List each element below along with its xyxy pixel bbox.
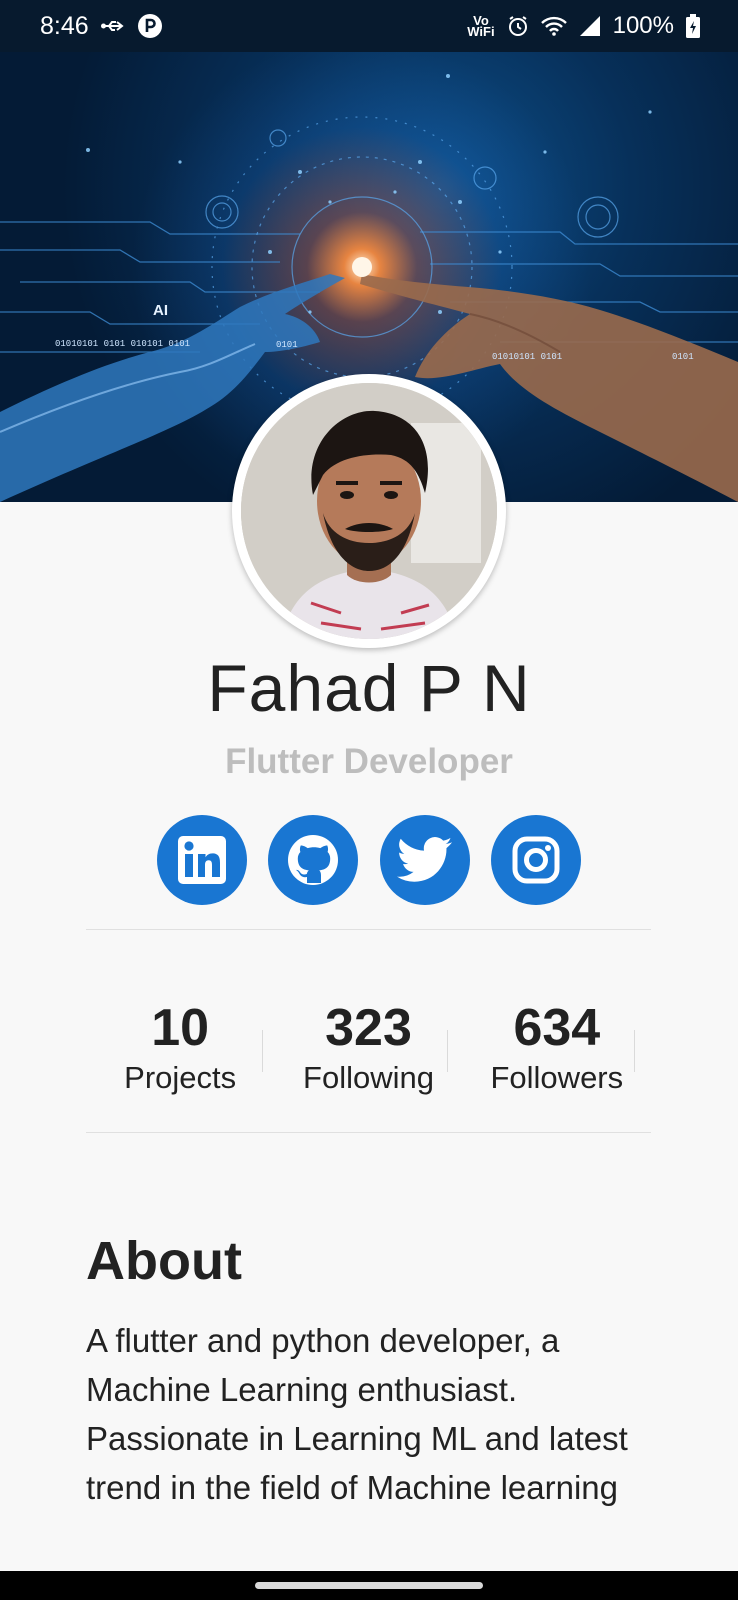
notification-p-icon — [137, 13, 163, 39]
stat-label: Projects — [124, 1060, 237, 1095]
social-links — [157, 815, 581, 905]
linkedin-icon — [178, 836, 226, 884]
stat-separator — [447, 1030, 448, 1072]
cover-binary-4: 0101 — [672, 352, 694, 362]
battery-charging-icon — [686, 14, 700, 38]
wifi-icon — [540, 16, 567, 36]
twitter-icon — [396, 837, 452, 882]
cover-binary-2: 0101 — [276, 340, 298, 350]
about-heading: About — [86, 1231, 242, 1291]
cover-ai-label: AI — [153, 302, 168, 319]
stats-row: 10 Projects 323 Following 634 Followers — [86, 1000, 651, 1110]
cover-binary-3: 01010101 0101 — [492, 352, 562, 362]
stat-separator — [634, 1030, 635, 1072]
stat-separator — [262, 1030, 263, 1072]
stat-label: Followers — [490, 1060, 624, 1095]
profile-name: Fahad P N — [207, 651, 531, 725]
alarm-icon — [507, 15, 529, 37]
stat-value: 323 — [325, 999, 412, 1057]
stat-followers[interactable]: 634 Followers — [463, 1000, 651, 1110]
usb-icon — [100, 19, 125, 33]
status-bar: 8:46 Vo WiFi 100% — [0, 0, 738, 52]
github-button[interactable] — [268, 815, 359, 905]
profile-role: Flutter Developer — [225, 742, 513, 781]
stat-value: 634 — [513, 999, 601, 1057]
stat-value: 10 — [151, 999, 210, 1057]
stat-projects[interactable]: 10 Projects — [86, 1000, 274, 1110]
instagram-icon — [512, 836, 560, 884]
system-nav-bar — [0, 1571, 738, 1600]
divider-top — [86, 929, 651, 930]
battery-percent: 100% — [612, 12, 674, 39]
divider-bottom — [86, 1132, 651, 1133]
instagram-button[interactable] — [490, 815, 581, 905]
linkedin-button[interactable] — [157, 815, 247, 905]
stat-label: Following — [303, 1060, 434, 1095]
github-icon — [288, 835, 339, 885]
vowifi-indicator: Vo WiFi — [467, 13, 495, 39]
avatar — [232, 374, 506, 648]
home-gesture-handle[interactable] — [255, 1582, 483, 1589]
about-text: A flutter and python developer, a Machin… — [86, 1322, 628, 1506]
twitter-button[interactable] — [379, 815, 470, 905]
stat-following[interactable]: 323 Following — [274, 1000, 462, 1110]
profile-photo — [241, 383, 497, 639]
status-time: 8:46 — [40, 11, 89, 40]
cover-binary-1: 01010101 0101 010101 0101 — [55, 339, 190, 349]
cell-signal-icon — [579, 15, 601, 37]
